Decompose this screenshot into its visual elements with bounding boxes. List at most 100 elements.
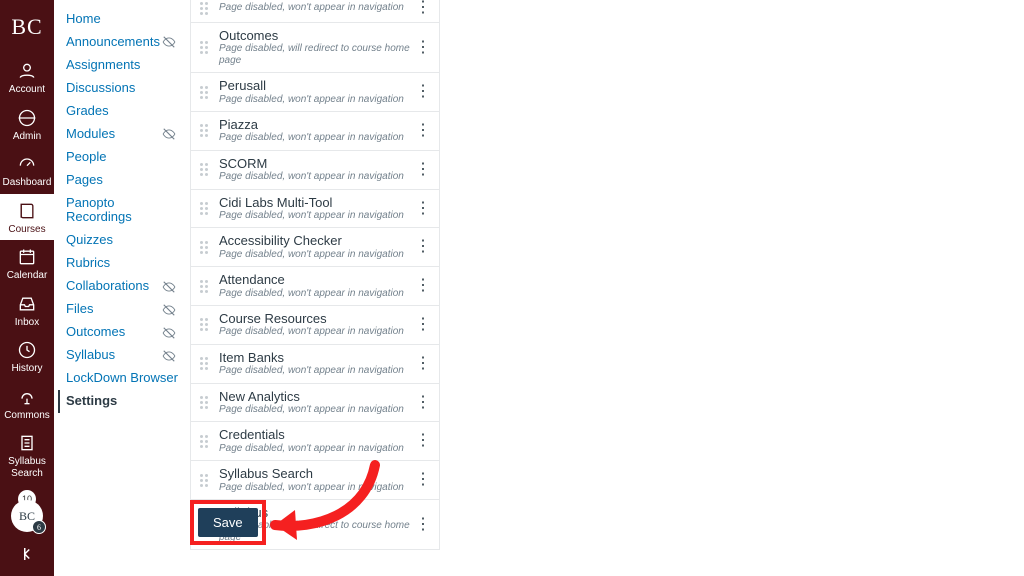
gnav-item-calendar[interactable]: Calendar [0,240,54,287]
gnav-label: Syllabus Search [0,456,54,479]
nav-item-row[interactable]: Syllabus SearchPage disabled, won't appe… [190,460,440,500]
kebab-menu-icon[interactable]: ⋮ [415,84,431,100]
course-nav-modules[interactable]: Modules [66,123,182,146]
kebab-menu-icon[interactable]: ⋮ [415,278,431,294]
gnav-item-history[interactable]: History [0,333,54,380]
nav-item-row[interactable]: CredentialsPage disabled, won't appear i… [190,421,440,461]
gnav-label: Dashboard [3,177,52,189]
drag-handle-icon[interactable] [195,124,213,137]
nav-item-row[interactable]: Item BanksPage disabled, won't appear in… [190,344,440,384]
nav-item-row[interactable]: Course ResourcesPage disabled, won't app… [190,305,440,345]
drag-handle-icon[interactable] [195,2,213,15]
course-nav-syllabus[interactable]: Syllabus [66,344,182,367]
drag-handle-icon[interactable] [195,474,213,487]
drag-handle-icon[interactable] [195,41,213,54]
course-nav-collaborations[interactable]: Collaborations [66,275,182,298]
nav-item-text: PerusallPage disabled, won't appear in n… [219,79,415,105]
drag-handle-icon[interactable] [195,163,213,176]
drag-handle-icon[interactable] [195,241,213,254]
brand-logo[interactable]: BC [0,0,54,54]
nav-item-subtitle: Page disabled, won't appear in navigatio… [219,326,415,338]
kebab-menu-icon[interactable]: ⋮ [415,433,431,449]
nav-item-row[interactable]: AttendancePage disabled, won't appear in… [190,266,440,306]
kebab-menu-icon[interactable]: ⋮ [415,517,431,533]
gnav-item-inbox[interactable]: Inbox [0,287,54,334]
course-nav-label: Rubrics [66,255,110,270]
nav-item-row[interactable]: Cidi Labs Multi-ToolPage disabled, won't… [190,189,440,229]
inbox-icon [16,293,38,315]
kebab-menu-icon[interactable]: ⋮ [415,201,431,217]
course-nav-label: Files [66,301,93,316]
course-nav-panopto-recordings[interactable]: Panopto Recordings [66,192,182,230]
nav-item-row[interactable]: Page disabled, won't appear in navigatio… [190,0,440,23]
course-nav-label: Panopto Recordings [66,195,132,225]
gnav-item-courses[interactable]: Courses [0,194,54,241]
gnav-item-commons[interactable]: Commons [0,380,54,427]
nav-item-subtitle: Page disabled, won't appear in navigatio… [219,132,415,144]
course-nav-rubrics[interactable]: Rubrics [66,252,182,275]
nav-item-row[interactable]: PerusallPage disabled, won't appear in n… [190,72,440,112]
calendar-icon [16,246,38,268]
course-nav-pages[interactable]: Pages [66,169,182,192]
gnav-item-account[interactable]: Account [0,54,54,101]
nav-item-title: Item Banks [219,351,415,365]
drag-handle-icon[interactable] [195,280,213,293]
nav-item-text: Accessibility CheckerPage disabled, won'… [219,234,415,260]
course-nav-lockdown-browser[interactable]: LockDown Browser [66,367,182,390]
drag-handle-icon[interactable] [195,435,213,448]
kebab-menu-icon[interactable]: ⋮ [415,162,431,178]
nav-item-row[interactable]: PiazzaPage disabled, won't appear in nav… [190,111,440,151]
hidden-eye-icon [162,280,176,294]
drag-handle-icon[interactable] [195,86,213,99]
kebab-menu-icon[interactable]: ⋮ [415,0,431,16]
drag-handle-icon[interactable] [195,357,213,370]
course-nav-grades[interactable]: Grades [66,100,182,123]
kebab-menu-icon[interactable]: ⋮ [415,317,431,333]
kebab-menu-icon[interactable]: ⋮ [415,472,431,488]
course-nav-quizzes[interactable]: Quizzes [66,229,182,252]
kebab-menu-icon[interactable]: ⋮ [415,356,431,372]
gnav-item-dashboard[interactable]: Dashboard [0,147,54,194]
commons-icon [16,386,38,408]
nav-item-row[interactable]: Accessibility CheckerPage disabled, won'… [190,227,440,267]
nav-item-text: Cidi Labs Multi-ToolPage disabled, won't… [219,196,415,222]
save-highlight-box: Save [190,500,266,545]
course-nav-label: Home [66,11,101,26]
drag-handle-icon[interactable] [195,318,213,331]
kebab-menu-icon[interactable]: ⋮ [415,239,431,255]
course-nav-files[interactable]: Files [66,298,182,321]
nav-item-title: Attendance [219,273,415,287]
course-nav-discussions[interactable]: Discussions [66,77,182,100]
nav-item-title: Cidi Labs Multi-Tool [219,196,415,210]
save-button[interactable]: Save [198,508,258,537]
drag-handle-icon[interactable] [195,396,213,409]
course-nav-label: Syllabus [66,347,115,362]
kebab-menu-icon[interactable]: ⋮ [415,40,431,56]
course-nav-label: Modules [66,126,115,141]
nav-item-row[interactable]: New AnalyticsPage disabled, won't appear… [190,383,440,423]
course-nav-people[interactable]: People [66,146,182,169]
hidden-eye-icon [162,35,176,49]
gnav-item-admin[interactable]: Admin [0,101,54,148]
course-nav-assignments[interactable]: Assignments [66,54,182,77]
avatar[interactable]: BC 6 [11,500,43,532]
gnav-item-syllabus[interactable]: Syllabus Search [0,426,54,484]
course-nav-settings[interactable]: Settings [58,390,182,413]
drag-handle-icon[interactable] [195,202,213,215]
navigation-items-list: Page disabled, won't appear in navigatio… [190,0,440,550]
nav-item-title: Credentials [219,428,415,442]
nav-item-subtitle: Page disabled, won't appear in navigatio… [219,365,415,377]
course-nav-label: LockDown Browser [66,370,178,385]
nav-item-subtitle: Page disabled, won't appear in navigatio… [219,171,415,183]
collapse-nav-icon[interactable] [15,542,39,566]
course-nav-announcements[interactable]: Announcements [66,31,182,54]
kebab-menu-icon[interactable]: ⋮ [415,395,431,411]
course-nav-home[interactable]: Home [66,8,182,31]
nav-item-title: Course Resources [219,312,415,326]
nav-item-row[interactable]: OutcomesPage disabled, will redirect to … [190,22,440,73]
nav-item-subtitle: Page disabled, won't appear in navigatio… [219,482,415,494]
nav-item-row[interactable]: SCORMPage disabled, won't appear in navi… [190,150,440,190]
course-nav-outcomes[interactable]: Outcomes [66,321,182,344]
nav-item-title: Perusall [219,79,415,93]
kebab-menu-icon[interactable]: ⋮ [415,123,431,139]
